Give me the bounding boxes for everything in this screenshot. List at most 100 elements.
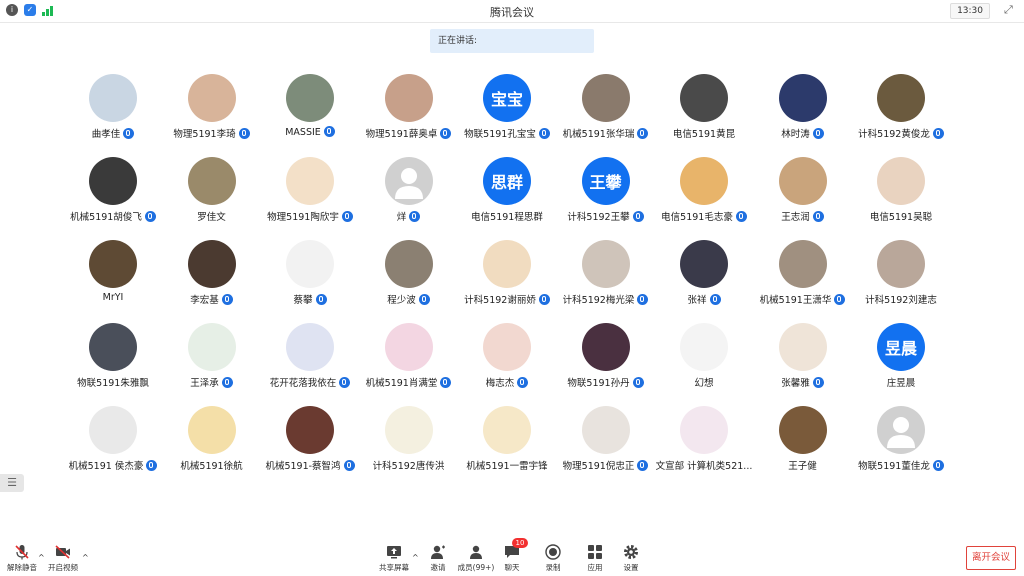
participant-tile[interactable]: 曲孝佳: [65, 70, 161, 152]
participant-name-text: MASSIE: [285, 127, 321, 138]
participant-name-text: 蔡攀: [293, 295, 313, 306]
mic-status-icon: [440, 128, 452, 139]
start-video-button[interactable]: 开启视频: [43, 544, 83, 573]
avatar: [680, 323, 728, 371]
participant-tile[interactable]: 物理5191倪忠正: [558, 402, 654, 484]
mic-status-icon: [709, 294, 721, 305]
avatar: [187, 74, 236, 122]
camera-off-icon: [55, 545, 70, 559]
video-options-chevron-icon[interactable]: ^: [82, 553, 89, 562]
participant-name: 计科5192黄俊龙: [849, 126, 953, 140]
mic-status-icon: [221, 294, 233, 305]
participant-tile[interactable]: 王攀 计科5192王攀: [558, 153, 654, 235]
participant-tile[interactable]: 烊: [361, 153, 457, 235]
participant-name: MASSIE: [258, 126, 362, 138]
participant-tile[interactable]: 林时涛: [755, 70, 851, 152]
participant-tile[interactable]: 机械5191肖满堂: [361, 319, 457, 401]
participant-tile[interactable]: 电信5191吴聪: [853, 153, 949, 235]
participant-tile[interactable]: 物理5191薛奥卓: [361, 70, 457, 152]
participant-tile[interactable]: 计科5192刘建志: [853, 236, 949, 318]
participant-tile[interactable]: 机械5191一雷宇锋: [459, 402, 555, 484]
avatar: [89, 157, 137, 205]
avatar: 昱晨: [877, 323, 925, 371]
participant-tile[interactable]: 计科5192黄俊龙: [853, 70, 949, 152]
participant-tile[interactable]: 梅志杰: [459, 319, 555, 401]
participant-tile[interactable]: 计科5192唐传洪: [361, 402, 457, 484]
unmute-label: 解除静音: [7, 563, 37, 572]
fullscreen-icon[interactable]: ⤢: [1004, 4, 1016, 16]
participant-name: 物联5191孔宝宝: [455, 126, 559, 140]
apps-button[interactable]: 应用: [575, 544, 615, 573]
avatar: [286, 406, 334, 454]
participant-name: 罗佳文: [160, 209, 264, 223]
participant-tile[interactable]: 王泽承: [164, 319, 260, 401]
members-button[interactable]: 成员(99+): [455, 544, 497, 573]
mic-status-icon: [812, 211, 824, 222]
participant-name-text: 机械5191一雷宇锋: [466, 461, 548, 472]
participant-tile[interactable]: 张祥: [656, 236, 752, 318]
share-screen-button[interactable]: 共享屏幕: [374, 544, 414, 573]
participant-tile[interactable]: 机械5191 侯杰豪: [65, 402, 161, 484]
participant-tile[interactable]: 物联5191孙丹: [558, 319, 654, 401]
participant-name-text: 机械5191张华瑞: [562, 129, 635, 140]
participant-name-text: 王志润: [781, 212, 810, 223]
bottom-toolbar: 解除静音 ^ 开启视频 ^ 共享屏幕 ^ 邀请 成员(99+) 10 聊天 录制…: [0, 538, 1024, 576]
avatar: [877, 240, 925, 288]
participant-tile[interactable]: 李宏基: [164, 236, 260, 318]
gear-icon: [624, 545, 638, 559]
mic-status-icon: [123, 128, 135, 139]
participant-tile[interactable]: MrYI: [65, 236, 161, 318]
participant-name: 物理5191李琦: [160, 126, 264, 140]
participant-tile[interactable]: 张馨雅: [755, 319, 851, 401]
participant-tile[interactable]: 机械5191徐航: [164, 402, 260, 484]
leave-meeting-button[interactable]: 离开会议: [966, 546, 1016, 570]
participant-name: 电信5191吴聪: [849, 209, 953, 223]
participant-tile[interactable]: 思群 电信5191程思群: [459, 153, 555, 235]
participant-tile[interactable]: 宝宝 物联5191孔宝宝: [459, 70, 555, 152]
participant-tile[interactable]: 王志润: [755, 153, 851, 235]
participant-name-text: 电信5191程思群: [471, 212, 543, 223]
participant-tile[interactable]: 昱晨 庄昱晨: [853, 319, 949, 401]
mic-status-icon: [812, 377, 824, 388]
participant-tile[interactable]: 计科5192谢丽娇: [459, 236, 555, 318]
unmute-button[interactable]: 解除静音: [2, 544, 42, 573]
participant-tile[interactable]: 物理5191陶欣宇: [262, 153, 358, 235]
participant-name: 机械5191胡俊飞: [65, 209, 165, 223]
participant-tile[interactable]: 物理5191李琦: [164, 70, 260, 152]
avatar: [286, 74, 334, 122]
participant-tile[interactable]: 文宣部 计算机类521...: [656, 402, 752, 484]
record-button[interactable]: 录制: [533, 544, 573, 573]
side-panel-toggle[interactable]: ☰: [0, 474, 24, 492]
avatar: [89, 74, 137, 122]
avatar: [89, 240, 137, 288]
avatar: [877, 157, 925, 205]
participant-tile[interactable]: 物联5191董佳龙: [853, 402, 949, 484]
participant-tile[interactable]: 机械5191胡俊飞: [65, 153, 161, 235]
participant-name: 机械5191-蔡智鸿: [258, 458, 362, 472]
participant-tile[interactable]: 幻想: [656, 319, 752, 401]
participant-tile[interactable]: 罗佳文: [164, 153, 260, 235]
participant-name-text: 机械5191胡俊飞: [70, 212, 142, 223]
participant-name: 王子健: [751, 458, 855, 472]
invite-button[interactable]: 邀请: [418, 544, 458, 573]
participant-tile[interactable]: 王子健: [755, 402, 851, 484]
participant-name-text: 物联5191孙丹: [567, 378, 630, 389]
apps-label: 应用: [587, 563, 603, 572]
participant-tile[interactable]: MASSIE: [262, 70, 358, 152]
participant-tile[interactable]: 机械5191王潇华: [755, 236, 851, 318]
avatar: [384, 240, 433, 288]
chat-button[interactable]: 10 聊天: [492, 538, 532, 573]
participant-name-text: 文宣部 计算机类521...: [655, 461, 753, 472]
settings-button[interactable]: 设置: [611, 544, 651, 573]
participant-tile[interactable]: 程少波: [361, 236, 457, 318]
participant-tile[interactable]: 电信5191黄昆: [656, 70, 752, 152]
participant-name: 张祥: [652, 292, 756, 306]
participant-name-text: 曲孝佳: [91, 129, 121, 140]
participant-tile[interactable]: 机械5191张华瑞: [558, 70, 654, 152]
participant-tile[interactable]: 蔡攀: [262, 236, 358, 318]
participant-tile[interactable]: 电信5191毛志豪: [656, 153, 752, 235]
participant-tile[interactable]: 物联5191朱雅飘: [65, 319, 161, 401]
participant-tile[interactable]: 机械5191-蔡智鸿: [262, 402, 358, 484]
participant-tile[interactable]: 花开花落我依在: [262, 319, 358, 401]
participant-tile[interactable]: 计科5192梅光梁: [558, 236, 654, 318]
